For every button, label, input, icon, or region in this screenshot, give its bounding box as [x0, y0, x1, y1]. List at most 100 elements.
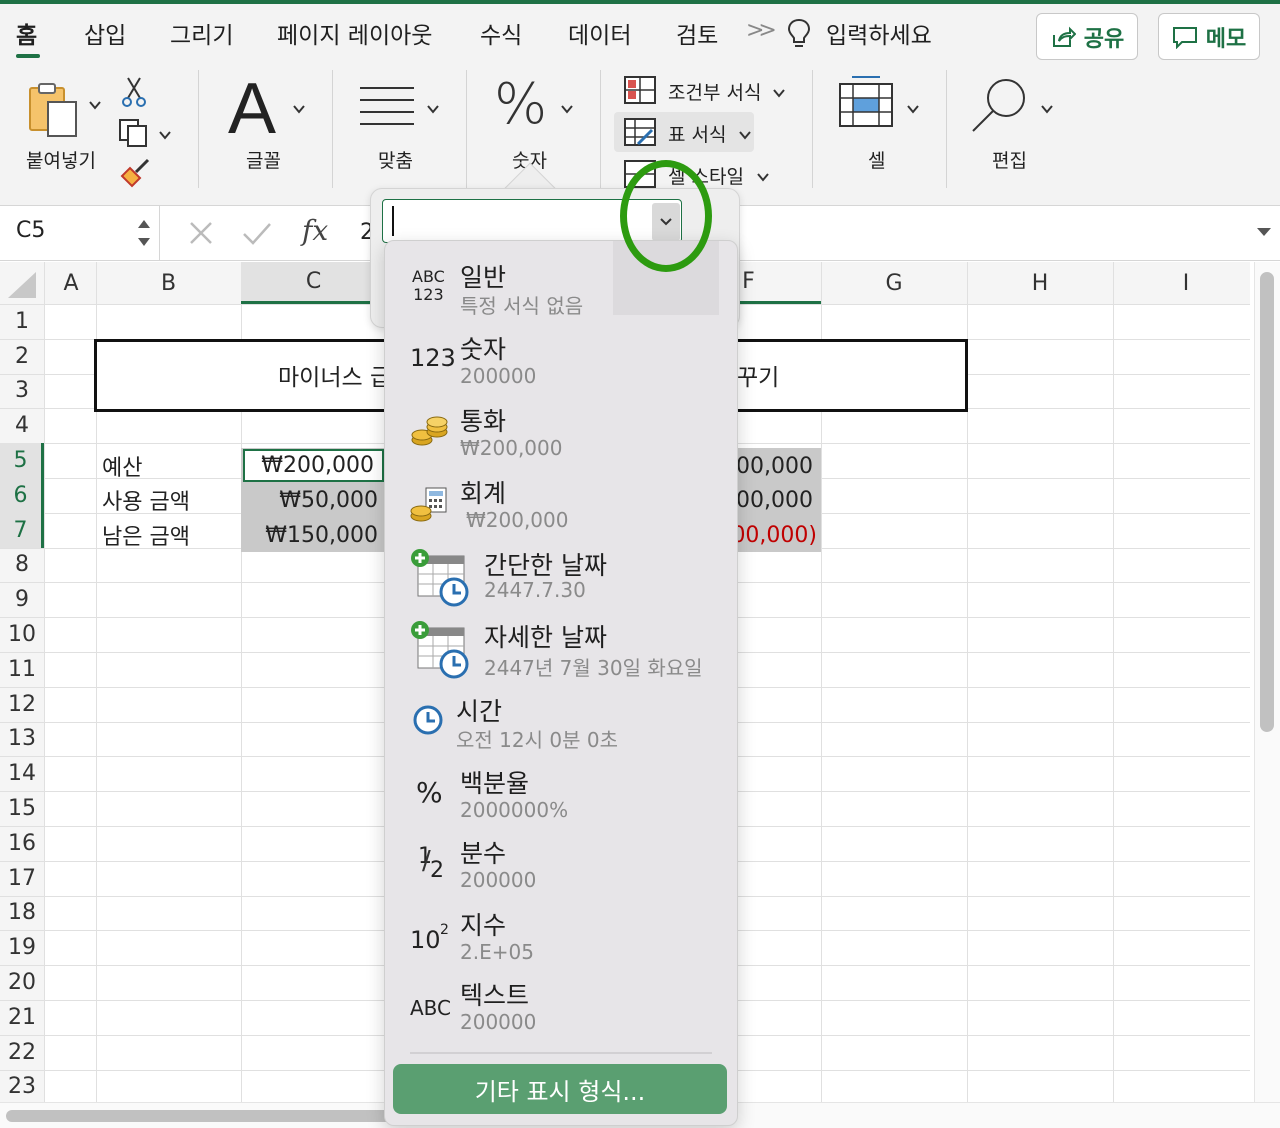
row-header-9[interactable]: 9	[0, 582, 44, 617]
insert-function-icon[interactable]: fx	[302, 214, 328, 247]
format-item-percent[interactable]: % 백분율 2000000%	[384, 762, 738, 834]
label-used[interactable]: 사용 금액	[102, 484, 190, 516]
clock-icon	[413, 705, 443, 735]
paste-icon[interactable]	[26, 82, 82, 138]
tab-insert[interactable]: 삽입	[84, 16, 126, 50]
column-gridline	[44, 262, 45, 1102]
row-header-18[interactable]: 18	[0, 896, 44, 931]
row-header-11[interactable]: 11	[0, 652, 44, 687]
format-item-scientific[interactable]: 10 2 지수 2.E+05	[384, 906, 738, 978]
tab-home[interactable]: 홈	[16, 16, 37, 50]
paste-dropdown-chevron[interactable]	[88, 96, 102, 114]
conditional-format-label[interactable]: 조건부 서식	[668, 78, 761, 105]
tab-formulas[interactable]: 수식	[480, 16, 522, 50]
format-item-currency[interactable]: 통화 ₩200,000	[384, 398, 738, 470]
tab-page-layout[interactable]: 페이지 레이아웃	[277, 16, 432, 50]
edit-dropdown-chevron[interactable]	[1040, 100, 1054, 118]
format-item-title: 지수	[460, 911, 507, 940]
font-dropdown-chevron[interactable]	[292, 100, 306, 118]
format-item-sample: 200000	[460, 868, 537, 892]
number-format-icon[interactable]: %	[494, 72, 547, 137]
format-item-short-date[interactable]: 간단한 날짜 2447.7.30	[384, 542, 738, 614]
cancel-icon[interactable]	[188, 220, 214, 246]
align-dropdown-chevron[interactable]	[426, 100, 440, 118]
name-box[interactable]: C5	[0, 206, 160, 260]
cells-dropdown-chevron[interactable]	[906, 100, 920, 118]
row-header-1[interactable]: 1	[0, 304, 44, 339]
cells-icon[interactable]	[838, 74, 894, 128]
search-icon[interactable]	[970, 76, 1028, 134]
format-item-long-date[interactable]: 자세한 날짜 2447년 7월 30일 화요일	[384, 616, 738, 688]
conditional-format-chevron[interactable]	[772, 84, 786, 102]
memo-button[interactable]: 메모	[1158, 13, 1260, 60]
format-item-sample: 2447년 7월 30일 화요일	[484, 656, 703, 680]
more-number-formats-button[interactable]: 기타 표시 형식...	[393, 1064, 727, 1114]
row-header-17[interactable]: 17	[0, 861, 44, 896]
tab-review[interactable]: 검토	[676, 16, 718, 50]
row-header-22[interactable]: 22	[0, 1035, 44, 1070]
row-header-7[interactable]: 7	[0, 512, 44, 548]
format-item-accounting[interactable]: 회계 ₩200,000	[384, 470, 738, 542]
column-header-g[interactable]: G	[821, 262, 967, 304]
column-header-a[interactable]: A	[46, 262, 96, 304]
table-format-icon	[624, 118, 656, 146]
format-item-number[interactable]: 123 숫자 200000	[384, 326, 738, 398]
row-header-4[interactable]: 4	[0, 408, 44, 443]
table-format-chevron[interactable]	[738, 126, 752, 144]
vertical-scroll-thumb[interactable]	[1260, 272, 1274, 732]
paste-label: 붙여넣기	[26, 150, 96, 172]
expand-formula-icon[interactable]	[1256, 226, 1272, 238]
select-all-icon[interactable]	[6, 270, 38, 300]
row-header-21[interactable]: 21	[0, 1000, 44, 1035]
enter-check-icon[interactable]	[242, 220, 272, 246]
format-item-text[interactable]: ABC 텍스트 200000	[384, 976, 738, 1048]
format-item-sample: ₩200,000	[466, 508, 569, 532]
column-header-c[interactable]: C	[241, 262, 386, 304]
copy-icon[interactable]	[118, 118, 150, 148]
copy-dropdown-chevron[interactable]	[158, 126, 172, 144]
row-header-23[interactable]: 23	[0, 1070, 44, 1102]
row-header-19[interactable]: 19	[0, 930, 44, 965]
row-header-15[interactable]: 15	[0, 791, 44, 826]
table-format-label[interactable]: 표 서식	[668, 120, 726, 147]
row-header-3[interactable]: 3	[0, 374, 44, 409]
tell-me-search[interactable]: 입력하세요	[826, 16, 932, 50]
format-item-fraction[interactable]: 1 / 2 분수 200000	[384, 834, 738, 906]
cell-c6[interactable]: ₩50,000	[241, 483, 386, 517]
tab-draw[interactable]: 그리기	[170, 16, 233, 50]
cell-style-chevron[interactable]	[756, 168, 770, 186]
scissors-icon[interactable]	[120, 76, 148, 108]
column-header-h[interactable]: H	[967, 262, 1113, 304]
row-header-13[interactable]: 13	[0, 722, 44, 757]
column-header-b[interactable]: B	[96, 262, 241, 304]
row-header-6[interactable]: 6	[0, 478, 44, 513]
more-tabs-icon[interactable]: >>	[746, 18, 777, 43]
fraction-icon: 1 / 2	[418, 844, 444, 883]
cell-c7[interactable]: ₩150,000	[241, 518, 386, 552]
row-header-2[interactable]: 2	[0, 339, 44, 374]
row-header-20[interactable]: 20	[0, 965, 44, 1000]
number-dropdown-chevron[interactable]	[560, 100, 574, 118]
align-icon[interactable]	[358, 84, 416, 128]
name-box-spinner-icon[interactable]	[136, 214, 152, 252]
row-header-10[interactable]: 10	[0, 617, 44, 652]
label-budget[interactable]: 예산	[102, 450, 142, 482]
column-header-i[interactable]: I	[1113, 262, 1250, 304]
calendar-clock-icon	[411, 621, 469, 679]
tab-data[interactable]: 데이터	[568, 16, 631, 50]
share-button[interactable]: 공유	[1036, 13, 1138, 60]
cell-c5-active[interactable]: ₩200,000	[243, 449, 384, 482]
row-header-5[interactable]: 5	[0, 443, 44, 478]
font-icon[interactable]: A	[228, 68, 276, 150]
format-painter-icon[interactable]	[118, 158, 152, 188]
format-item-time[interactable]: 시간 오전 12시 0분 0초	[384, 690, 738, 762]
vertical-scrollbar[interactable]	[1254, 262, 1280, 1102]
row-header-14[interactable]: 14	[0, 756, 44, 791]
123-icon: 123	[410, 344, 456, 372]
label-remaining[interactable]: 남은 금액	[102, 519, 190, 551]
row-header-12[interactable]: 12	[0, 687, 44, 722]
row-header-8[interactable]: 8	[0, 548, 44, 583]
row-header-16[interactable]: 16	[0, 826, 44, 861]
format-item-sample: 2447.7.30	[484, 578, 586, 602]
name-box-value: C5	[16, 218, 46, 243]
